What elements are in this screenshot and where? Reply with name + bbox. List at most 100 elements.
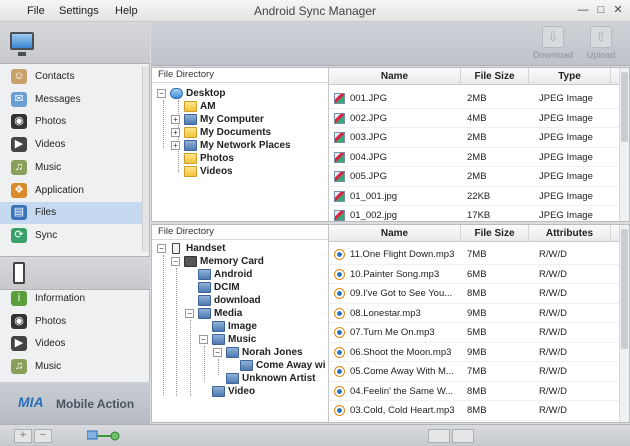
tree-node-label: Android — [214, 269, 253, 280]
tree-node-label: My Computer — [200, 114, 264, 125]
col-type[interactable]: Type — [529, 68, 611, 85]
folder-icon — [184, 127, 197, 138]
minimize-button[interactable]: — — [576, 4, 590, 16]
tree-expander[interactable]: + — [171, 128, 180, 137]
folder-icon — [226, 373, 239, 384]
cell-name: 04.Feelin' the Same W... — [350, 385, 454, 397]
sidebar-item-music[interactable]: ♫ Music — [0, 157, 142, 179]
col-name[interactable]: Name — [329, 68, 461, 85]
table-row[interactable]: 06.Shoot the Moon.mp3 9MB R/W/D — [329, 343, 621, 362]
table-row[interactable]: 01_001.jpg 22KB JPEG Image — [329, 187, 621, 206]
cell-size: 9MB — [467, 346, 487, 358]
view-list-button[interactable] — [428, 429, 450, 443]
cell-name: 01_001.jpg — [350, 190, 398, 202]
computer-header[interactable] — [0, 22, 150, 64]
folder-icon — [184, 256, 197, 267]
nav-label: Videos — [35, 338, 66, 349]
view-detail-button[interactable] — [452, 429, 474, 443]
phone-icon — [13, 262, 25, 284]
sidebar-item-application[interactable]: ❖ Application — [0, 180, 142, 202]
table-row[interactable]: 09.I've Got to See You... 8MB R/W/D — [329, 284, 621, 304]
tree-expander[interactable]: − — [157, 89, 166, 98]
sidebar-item-videos[interactable]: ▶ Videos — [0, 134, 142, 156]
cell-size: 8MB — [467, 405, 487, 416]
col-attributes[interactable]: Attributes — [529, 225, 611, 242]
sidebar-item-messages[interactable]: ✉ Messages — [0, 89, 142, 111]
folder-icon — [184, 114, 197, 125]
cell-type: R/W/D — [539, 385, 567, 397]
phone-nav-item-photos[interactable]: ◉ Photos — [0, 311, 142, 333]
table-row[interactable]: 05.Come Away With M... 7MB R/W/D — [329, 362, 621, 382]
table-row[interactable]: 01_002.jpg 17KB JPEG Image — [329, 206, 621, 221]
nav-label: Sync — [35, 229, 58, 241]
tree-node-label: Media — [214, 308, 243, 319]
folder-icon — [226, 347, 239, 358]
table-row[interactable]: 005.JPG 2MB JPEG Image — [329, 167, 621, 187]
tree-expander[interactable]: − — [171, 257, 180, 266]
phone-header[interactable] — [0, 256, 150, 290]
sidebar-item-files[interactable]: ▤ Files — [0, 202, 142, 225]
remove-button[interactable]: − — [34, 429, 52, 443]
upload-label: Upload — [586, 50, 616, 60]
tree-expander[interactable]: − — [199, 335, 208, 344]
col-name[interactable]: Name — [329, 225, 461, 242]
sidebar: ☺ Contacts ✉ Messages ◉ Photos ▶ Videos ♫ Music ❖ A… — [0, 22, 150, 424]
phone-scroll-thumb[interactable] — [621, 229, 628, 349]
table-row[interactable]: 004.JPG 2MB JPEG Image — [329, 148, 621, 167]
table-row[interactable]: 07.Turn Me On.mp3 5MB R/W/D — [329, 323, 621, 343]
brand-text: Mobile Action — [56, 397, 135, 411]
tree-expander[interactable]: − — [185, 309, 194, 318]
folder-icon — [240, 360, 253, 371]
cell-type: JPEG Image — [539, 112, 593, 124]
cell-name: 002.JPG — [350, 112, 387, 124]
download-button[interactable]: ⇩ Download — [533, 26, 573, 64]
computer-icon — [10, 32, 34, 56]
tree-expander[interactable]: − — [157, 244, 166, 253]
sidebar-scrollbar[interactable] — [142, 66, 149, 252]
tree-node-label: Photos — [200, 153, 234, 164]
upload-button[interactable]: ⇧ Upload — [581, 26, 621, 64]
col-file-size[interactable]: File Size — [461, 225, 529, 242]
pc-table-scrollbar[interactable] — [619, 68, 629, 221]
pc-scroll-thumb[interactable] — [621, 72, 628, 142]
sync-icon: ⟳ — [11, 227, 27, 243]
cell-name: 01_002.jpg — [350, 210, 398, 221]
image-file-icon — [334, 112, 345, 124]
tree-expander[interactable]: + — [171, 115, 180, 124]
add-button[interactable]: + — [14, 429, 32, 443]
nav-label: Application — [35, 184, 84, 196]
table-row[interactable]: 002.JPG 4MB JPEG Image — [329, 109, 621, 128]
table-row[interactable]: 001.JPG 2MB JPEG Image — [329, 89, 621, 109]
phone-nav-item-videos[interactable]: ▶ Videos — [0, 333, 142, 355]
tree-node-label: download — [214, 295, 261, 306]
table-row[interactable]: 04.Feelin' the Same W... 8MB R/W/D — [329, 382, 621, 401]
tree-node-label: Videos — [200, 166, 233, 177]
table-row[interactable]: 03.Cold, Cold Heart.mp3 8MB R/W/D — [329, 401, 621, 421]
phone-nav-item-music[interactable]: ♫ Music — [0, 356, 142, 378]
sidebar-item-sync[interactable]: ⟳ Sync — [0, 225, 142, 247]
sidebar-item-contacts[interactable]: ☺ Contacts — [0, 66, 142, 88]
close-button[interactable]: ✕ — [611, 4, 625, 16]
table-row[interactable]: 003.JPG 2MB JPEG Image — [329, 128, 621, 148]
maximize-button[interactable]: □ — [594, 4, 608, 16]
cell-name: 005.JPG — [350, 171, 387, 182]
table-row[interactable]: 08.Lonestar.mp3 9MB R/W/D — [329, 304, 621, 323]
folder-icon — [198, 269, 211, 280]
phone-table-scrollbar[interactable] — [619, 225, 629, 422]
image-file-icon — [334, 190, 345, 202]
brand-banner: MIA Mobile Action — [0, 382, 150, 424]
phone-nav-item-information[interactable]: i Information — [0, 288, 142, 310]
tree-expander[interactable]: − — [213, 348, 222, 357]
cell-name: 11.One Flight Down.mp3 — [350, 249, 455, 260]
tree-expander[interactable]: + — [171, 141, 180, 150]
sidebar-item-photos[interactable]: ◉ Photos — [0, 111, 142, 133]
cell-size: 2MB — [467, 93, 487, 104]
nav-label: Contacts — [35, 71, 75, 82]
image-file-icon — [334, 93, 345, 104]
col-file-size[interactable]: File Size — [461, 68, 529, 85]
pc-table-header: Name File Size Type — [329, 68, 621, 85]
nav-label: Videos — [35, 139, 66, 151]
table-row[interactable]: 10.Painter Song.mp3 6MB R/W/D — [329, 265, 621, 284]
window-title: Android Sync Manager — [253, 4, 377, 18]
table-row[interactable]: 11.One Flight Down.mp3 7MB R/W/D — [329, 245, 621, 265]
